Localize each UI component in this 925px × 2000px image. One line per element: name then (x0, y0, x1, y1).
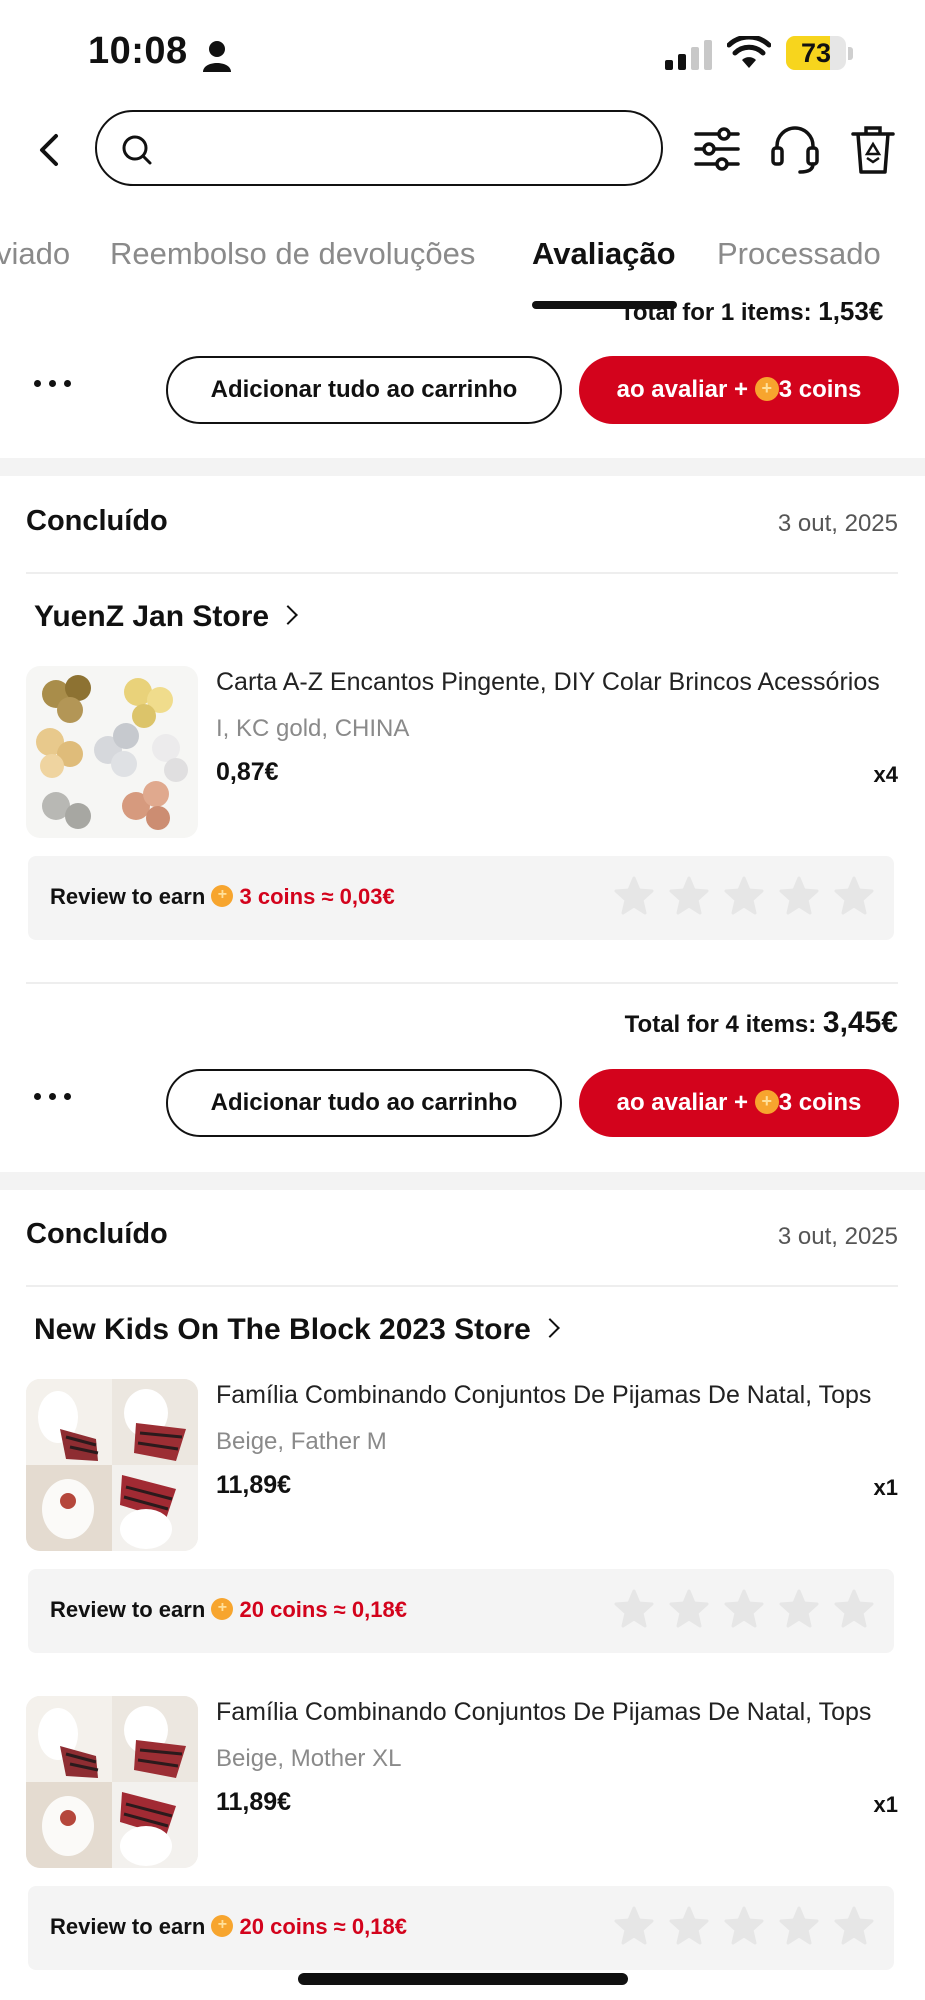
search-icon (122, 135, 152, 165)
coin-icon (211, 1598, 234, 1620)
star-icon[interactable] (614, 876, 654, 916)
chevron-right-icon (539, 1318, 560, 1338)
product-image[interactable] (26, 1696, 198, 1868)
home-indicator (298, 1973, 628, 1985)
status-time: 10:08 (88, 30, 188, 72)
product-variant: Beige, Mother XL (216, 1745, 402, 1772)
divider (26, 1285, 898, 1287)
chevron-right-icon (278, 605, 298, 625)
order-date: 3 out, 2025 (777, 510, 898, 537)
star-icon[interactable] (614, 1589, 654, 1629)
product-price: 11,89€ (216, 1788, 292, 1816)
review-btn-suffix: 3 coins (778, 376, 862, 403)
trash-icon[interactable] (848, 122, 898, 176)
star-icon[interactable] (779, 876, 819, 916)
product-variant: I, KC gold, CHINA (216, 715, 410, 742)
order-total: Total for 4 items: 3,45€ (498, 1006, 898, 1040)
star-icon[interactable] (724, 1589, 764, 1629)
product-quantity: x1 (873, 1792, 898, 1817)
review-earn-amount: 20 coins ≈ 0,18€ (239, 1914, 407, 1939)
store-link[interactable]: YuenZ Jan Store (34, 600, 298, 634)
cellular-signal-icon (665, 40, 712, 70)
product-title[interactable]: Carta A-Z Encantos Pingente, DIY Colar B… (216, 668, 896, 697)
product-image[interactable] (26, 666, 198, 838)
star-icon[interactable] (669, 1906, 709, 1946)
review-earn-button[interactable]: ao avaliar + 3 coins (579, 356, 899, 424)
review-earn-amount: 20 coins ≈ 0,18€ (239, 1597, 407, 1622)
star-rating[interactable] (599, 1589, 874, 1633)
star-icon[interactable] (834, 1906, 874, 1946)
section-gap (0, 458, 925, 476)
review-btn-prefix: ao avaliar + (616, 1089, 749, 1116)
star-icon[interactable] (724, 876, 764, 916)
total-amount: 3,45€ (822, 1006, 898, 1039)
total-label: Total for 1 items: (620, 302, 812, 324)
divider (26, 572, 898, 574)
product-title[interactable]: Família Combinando Conjuntos De Pijamas … (216, 1698, 896, 1727)
review-reward-bar: Review to earn 3 coins ≈ 0,03€ (28, 856, 894, 940)
order-status: Concluído (26, 1218, 168, 1250)
search-input[interactable] (167, 126, 641, 172)
product-image[interactable] (26, 1379, 198, 1551)
tab-processado[interactable]: Processado (717, 236, 881, 272)
battery-indicator: 73 (786, 36, 856, 72)
tab-reembolso[interactable]: Reembolso de devoluções (110, 236, 475, 272)
star-icon[interactable] (669, 876, 709, 916)
store-name: YuenZ Jan Store (34, 600, 270, 633)
review-reward-bar: Review to earn 20 coins ≈ 0,18€ (28, 1886, 894, 1970)
divider (26, 982, 898, 984)
section-gap (0, 1172, 925, 1190)
review-earn-button[interactable]: ao avaliar + 3 coins (579, 1069, 899, 1137)
review-reward-bar: Review to earn 20 coins ≈ 0,18€ (28, 1569, 894, 1653)
coin-icon (754, 377, 779, 401)
order-date: 3 out, 2025 (777, 1223, 898, 1250)
coin-icon (211, 885, 234, 907)
review-earn-amount: 3 coins ≈ 0,03€ (239, 884, 395, 909)
headset-icon[interactable] (770, 122, 820, 176)
product-price: 11,89€ (216, 1471, 292, 1499)
store-name: New Kids On The Block 2023 Store (34, 1313, 531, 1346)
store-link[interactable]: New Kids On The Block 2023 Store (34, 1313, 560, 1347)
tab-avaliacao[interactable]: Avaliação (532, 236, 676, 272)
star-icon[interactable] (724, 1906, 764, 1946)
product-quantity: x1 (873, 1475, 898, 1500)
chevron-left-icon[interactable] (30, 122, 70, 178)
order-total-partial: Total for 1 items: 1,53€ (620, 302, 883, 324)
star-icon[interactable] (834, 876, 874, 916)
product-price: 0,87€ (216, 758, 279, 786)
review-btn-prefix: ao avaliar + (616, 376, 749, 403)
review-label: Review to earn (50, 1597, 206, 1622)
review-label: Review to earn (50, 1914, 206, 1939)
filter-sliders-icon[interactable] (692, 122, 742, 176)
product-variant: Beige, Father M (216, 1428, 387, 1455)
star-icon[interactable] (779, 1906, 819, 1946)
star-rating[interactable] (599, 876, 874, 920)
coin-icon (754, 1090, 779, 1114)
review-label: Review to earn (50, 884, 206, 909)
search-bar[interactable] (95, 110, 663, 186)
star-rating[interactable] (599, 1906, 874, 1950)
more-options-button[interactable] (30, 1088, 90, 1118)
wifi-icon (727, 36, 771, 68)
product-title[interactable]: Família Combinando Conjuntos De Pijamas … (216, 1381, 896, 1410)
tab-enviado[interactable]: viado (0, 236, 70, 272)
star-icon[interactable] (834, 1589, 874, 1629)
more-options-button[interactable] (30, 375, 90, 405)
coin-icon (211, 1915, 234, 1937)
total-amount: 1,53€ (818, 302, 884, 324)
add-all-to-cart-button[interactable]: Adicionar tudo ao carrinho (166, 356, 562, 424)
star-icon[interactable] (669, 1589, 709, 1629)
star-icon[interactable] (779, 1589, 819, 1629)
product-quantity: x4 (873, 762, 898, 787)
total-label: Total for 4 items: (624, 1011, 817, 1038)
star-icon[interactable] (614, 1906, 654, 1946)
order-status: Concluído (26, 505, 168, 537)
battery-level: 73 (800, 38, 832, 68)
person-icon (203, 41, 231, 72)
review-btn-suffix: 3 coins (778, 1089, 862, 1116)
add-all-to-cart-button[interactable]: Adicionar tudo ao carrinho (166, 1069, 562, 1137)
